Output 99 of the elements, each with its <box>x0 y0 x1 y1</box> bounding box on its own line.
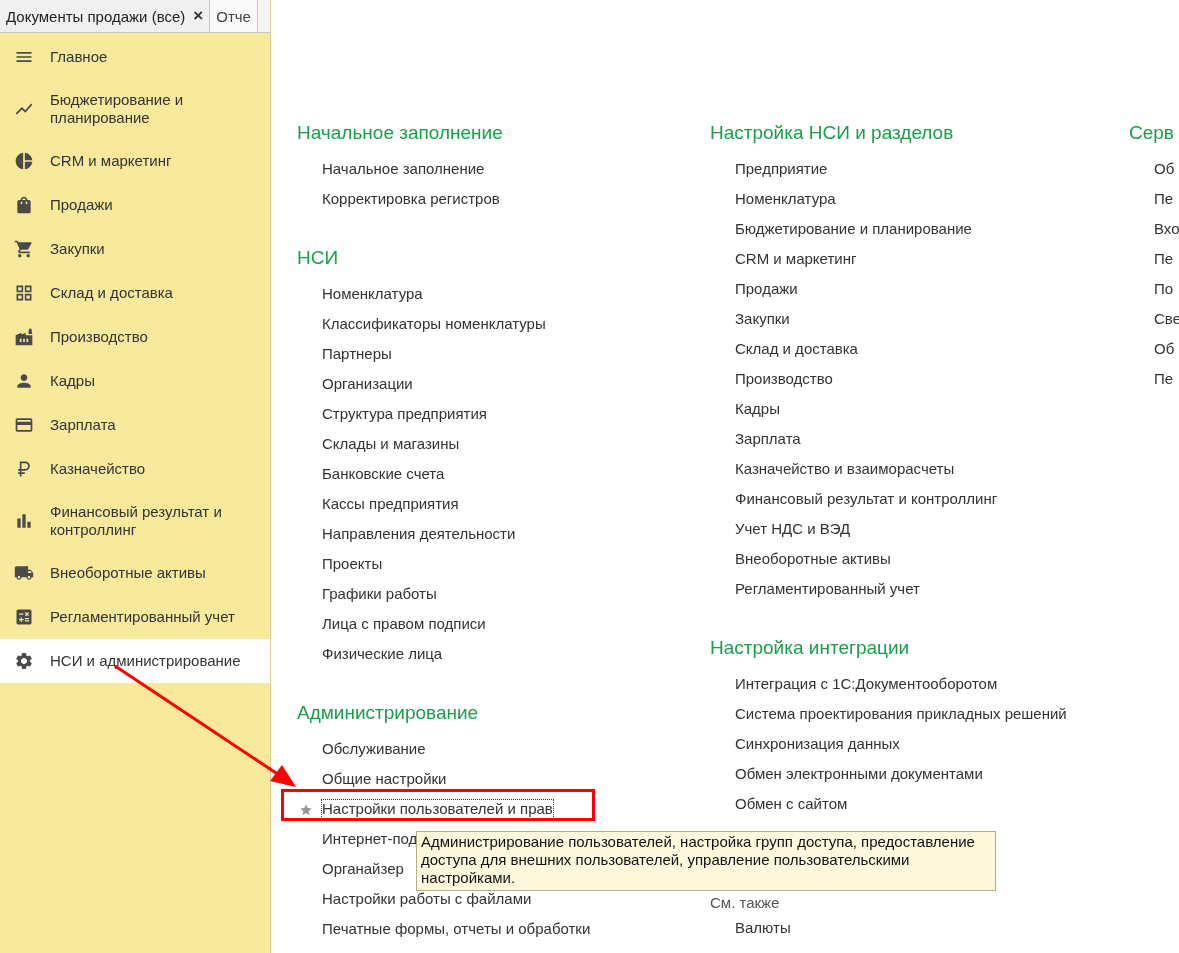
menu-link[interactable]: Обслуживание <box>322 740 426 758</box>
section-heading: Настройка НСИ и разделов <box>710 121 955 145</box>
sidebar-item[interactable]: Казначейство <box>0 447 270 491</box>
sidebar-item-label: Внеоборотные активы <box>50 564 206 582</box>
bar-chart-icon <box>14 511 34 531</box>
cart-icon <box>14 239 34 259</box>
card-icon <box>14 415 34 435</box>
menu-link[interactable]: Общие настройки <box>322 770 447 788</box>
section-heading: Настройка интеграции <box>710 636 911 660</box>
menu-link[interactable]: Лица с правом подписи <box>322 615 486 633</box>
sidebar-item[interactable]: Бюджетирование и планирование <box>0 79 270 139</box>
menu-link[interactable]: Кассы предприятия <box>322 495 459 513</box>
close-icon[interactable]: × <box>193 6 204 26</box>
sidebar-item-label: Кадры <box>50 372 95 390</box>
menu-link[interactable]: Учет НДС и ВЭД <box>735 520 851 538</box>
sidebar-item-label: Казначейство <box>50 460 146 478</box>
menu-link[interactable]: Графики работы <box>322 585 437 603</box>
menu-link[interactable]: Пе <box>1154 250 1174 268</box>
menu-link[interactable]: Казначейство и взаиморасчеты <box>735 460 955 478</box>
menu-link[interactable]: Склад и доставка <box>735 340 858 358</box>
menu-link[interactable]: Зарплата <box>735 430 801 448</box>
sidebar-item-label: НСИ и администрирование <box>50 652 241 670</box>
menu-link[interactable]: Корректировка регистров <box>322 190 500 208</box>
sidebar-item-label: Главное <box>50 48 108 66</box>
section-heading: См. также <box>710 893 781 913</box>
sidebar-item-label: Закупки <box>50 240 105 258</box>
menu-link[interactable]: Пе <box>1154 190 1174 208</box>
sidebar-item[interactable]: Производство <box>0 315 270 359</box>
sidebar-item[interactable]: Склад и доставка <box>0 271 270 315</box>
section-heading: Начальное заполнение <box>297 121 504 145</box>
sidebar-item-label: Производство <box>50 328 148 346</box>
sidebar-item[interactable]: Продажи <box>0 183 270 227</box>
menu-link[interactable]: Настройки пользователей и прав <box>322 800 553 818</box>
menu-link[interactable]: Настройки работы с файлами <box>322 890 532 908</box>
menu-link[interactable]: Партнеры <box>322 345 392 363</box>
menu-link[interactable]: Финансовый результат и контроллинг <box>735 490 998 508</box>
menu-link[interactable]: Начальное заполнение <box>322 160 485 178</box>
menu-link[interactable]: Об <box>1154 160 1175 178</box>
menu-link[interactable]: Органайзер <box>322 860 404 878</box>
menu-link[interactable]: Валюты <box>735 919 791 937</box>
menu-link[interactable]: Синхронизация данных <box>735 735 900 753</box>
menu-link[interactable]: Интернет-под <box>322 830 418 848</box>
menu-link[interactable]: Закупки <box>735 310 790 328</box>
sidebar-item-label: Регламентированный учет <box>50 608 235 626</box>
menu-link[interactable]: Обмен с сайтом <box>735 795 848 813</box>
factory-icon <box>14 327 34 347</box>
tab[interactable]: Отче <box>210 0 258 32</box>
menu-link[interactable]: Система проектирования прикладных решений <box>735 705 1067 723</box>
sidebar-item-label: Склад и доставка <box>50 284 173 302</box>
menu-link[interactable]: Банковские счета <box>322 465 445 483</box>
sidebar-item[interactable]: НСИ и администрирование <box>0 639 270 683</box>
section-heading: НСИ <box>297 246 340 270</box>
settings-icon <box>14 651 34 671</box>
sidebar-item[interactable]: Зарплата <box>0 403 270 447</box>
sidebar-item-label: Бюджетирование и планирование <box>50 91 185 127</box>
sidebar-item[interactable]: Финансовый результат и контроллинг <box>0 491 270 551</box>
menu-link[interactable]: Физические лица <box>322 645 443 663</box>
sidebar-item[interactable]: Закупки <box>0 227 270 271</box>
sidebar-item[interactable]: Внеоборотные активы <box>0 551 270 595</box>
menu-link[interactable]: Направления деятельности <box>322 525 516 543</box>
sidebar-item-label: CRM и маркетинг <box>50 152 172 170</box>
menu-link[interactable]: Бюджетирование и планирование <box>735 220 972 238</box>
calculator-icon <box>14 607 34 627</box>
sidebar-item[interactable]: Регламентированный учет <box>0 595 270 639</box>
menu-link[interactable]: Пе <box>1154 370 1174 388</box>
section-heading: Администрирование <box>297 701 480 725</box>
section-heading: Серв <box>1129 121 1175 145</box>
menu-link[interactable]: По <box>1154 280 1174 298</box>
menu-link[interactable]: Структура предприятия <box>322 405 487 423</box>
menu-link[interactable]: Обмен электронными документами <box>735 765 983 783</box>
menu-link[interactable]: Номенклатура <box>322 285 423 303</box>
sidebar-item[interactable]: CRM и маркетинг <box>0 139 270 183</box>
sidebar-item[interactable]: Главное <box>0 35 270 79</box>
menu-link[interactable]: Кадры <box>735 400 780 418</box>
pie-chart-icon <box>14 151 34 171</box>
bag-icon <box>14 195 34 215</box>
menu-link[interactable]: Номенклатура <box>735 190 836 208</box>
menu-link[interactable]: Интеграция с 1С:Документооборотом <box>735 675 998 693</box>
menu-link[interactable]: Продажи <box>735 280 798 298</box>
menu-link[interactable]: Регламентированный учет <box>735 580 920 598</box>
menu-link[interactable]: Вхо <box>1154 220 1179 238</box>
menu-link[interactable]: Внеоборотные активы <box>735 550 891 568</box>
menu-link[interactable]: Об <box>1154 340 1175 358</box>
grid-icon <box>14 283 34 303</box>
menu-link[interactable]: Организации <box>322 375 413 393</box>
sidebar-item-label: Финансовый результат и контроллинг <box>50 503 223 539</box>
tab[interactable]: Документы продажи (все) × <box>0 0 211 32</box>
tooltip: Администрирование пользователей, настройка групп доступа, предоставление доступа для внешних пользователей, управление пользовательскими настройками. <box>416 831 996 891</box>
sidebar-item-label: Зарплата <box>50 416 116 434</box>
menu-link[interactable]: Производство <box>735 370 833 388</box>
menu-link[interactable]: Предприятие <box>735 160 828 178</box>
menu-link[interactable]: Склады и магазины <box>322 435 460 453</box>
sidebar-item-label: Продажи <box>50 196 113 214</box>
sidebar-item[interactable]: Кадры <box>0 359 270 403</box>
menu-link[interactable]: CRM и маркетинг <box>735 250 857 268</box>
menu-link[interactable]: Классификаторы номенклатуры <box>322 315 546 333</box>
star-icon[interactable] <box>299 803 313 817</box>
menu-link[interactable]: Проекты <box>322 555 383 573</box>
menu-link[interactable]: Печатные формы, отчеты и обработки <box>322 920 591 938</box>
